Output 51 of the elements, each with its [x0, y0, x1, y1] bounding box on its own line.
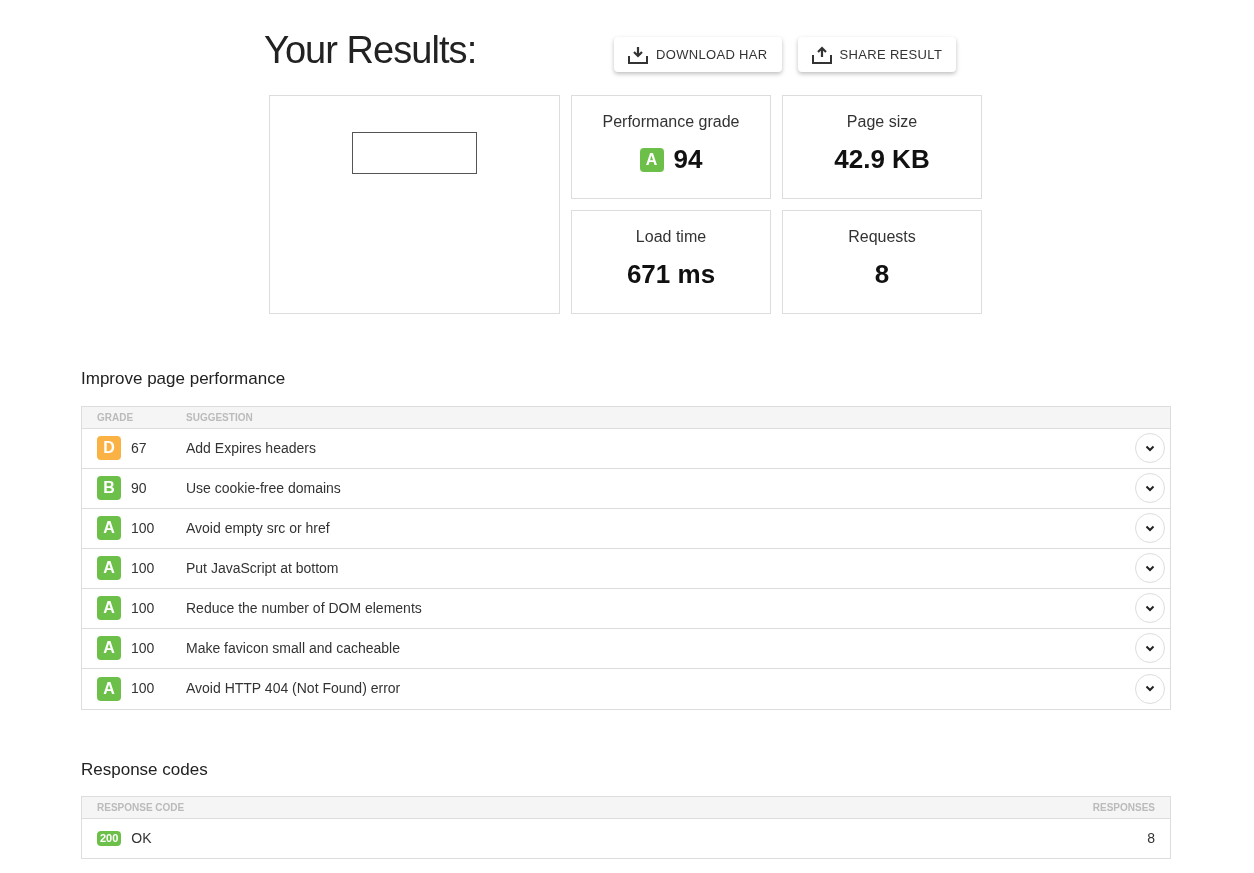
metric-value: 94 — [673, 143, 703, 176]
upload-icon — [811, 45, 832, 64]
suggestion-text: Add Expires headers — [186, 438, 317, 458]
metric-label: Performance grade — [602, 112, 740, 132]
share-button[interactable]: SHARE RESULT — [797, 37, 957, 72]
grade-badge: A — [97, 636, 121, 660]
chevron-down-icon — [1145, 685, 1155, 692]
grade-badge: A — [97, 556, 121, 580]
metric-label: Page size — [846, 112, 918, 132]
status-text: OK — [131, 829, 153, 848]
grade-badge: A — [97, 516, 121, 540]
download-icon — [628, 45, 648, 64]
chevron-down-icon — [1145, 444, 1155, 452]
score-text: 100 — [131, 518, 156, 538]
grade-badge: A — [97, 676, 121, 701]
download-button[interactable]: DOWNLOAD HAR — [614, 37, 782, 72]
response-count: 8 — [1147, 829, 1155, 848]
score-text: 90 — [131, 478, 148, 498]
section-heading: Response codes — [81, 758, 209, 781]
section-heading: Improve page performance — [81, 368, 287, 390]
chevron-down-icon — [1145, 484, 1155, 492]
grade-badge: A — [97, 596, 121, 620]
metric-value: 42.9 KB — [834, 143, 930, 176]
grade-badge: B — [97, 476, 121, 500]
metric-label: Requests — [848, 227, 916, 247]
column-header: SUGGESTION — [186, 410, 253, 425]
suggestion-text: Reduce the number of DOM elements — [186, 598, 423, 618]
score-text: 100 — [131, 558, 156, 578]
grade-badge: D — [97, 436, 121, 460]
chevron-down-icon — [1145, 524, 1155, 532]
score-text: 100 — [131, 679, 156, 698]
column-header: RESPONSE CODE — [97, 801, 185, 815]
suggestion-text: Avoid empty src or href — [186, 518, 331, 538]
score-text: 100 — [131, 638, 156, 658]
chevron-down-icon — [1145, 644, 1155, 652]
status-code-badge: 200 — [97, 831, 122, 846]
suggestion-text: Put JavaScript at bottom — [186, 558, 340, 578]
metric-value: 8 — [874, 258, 890, 291]
suggestion-text: Avoid HTTP 404 (Not Found) error — [186, 679, 402, 698]
suggestion-text: Make favicon small and cacheable — [186, 638, 401, 658]
column-header: GRADE — [96, 410, 135, 425]
score-text: 67 — [131, 438, 148, 458]
metric-value: 671 ms — [626, 258, 716, 291]
grade-badge: A — [639, 147, 664, 172]
chevron-down-icon — [1145, 564, 1155, 572]
metric-label: Load time — [635, 227, 707, 247]
column-header: RESPONSES — [1092, 801, 1155, 815]
page-title: Your Results: — [264, 29, 478, 71]
chevron-down-icon — [1145, 604, 1155, 612]
score-text: 100 — [131, 598, 156, 618]
suggestion-text: Use cookie-free domains — [186, 478, 342, 498]
